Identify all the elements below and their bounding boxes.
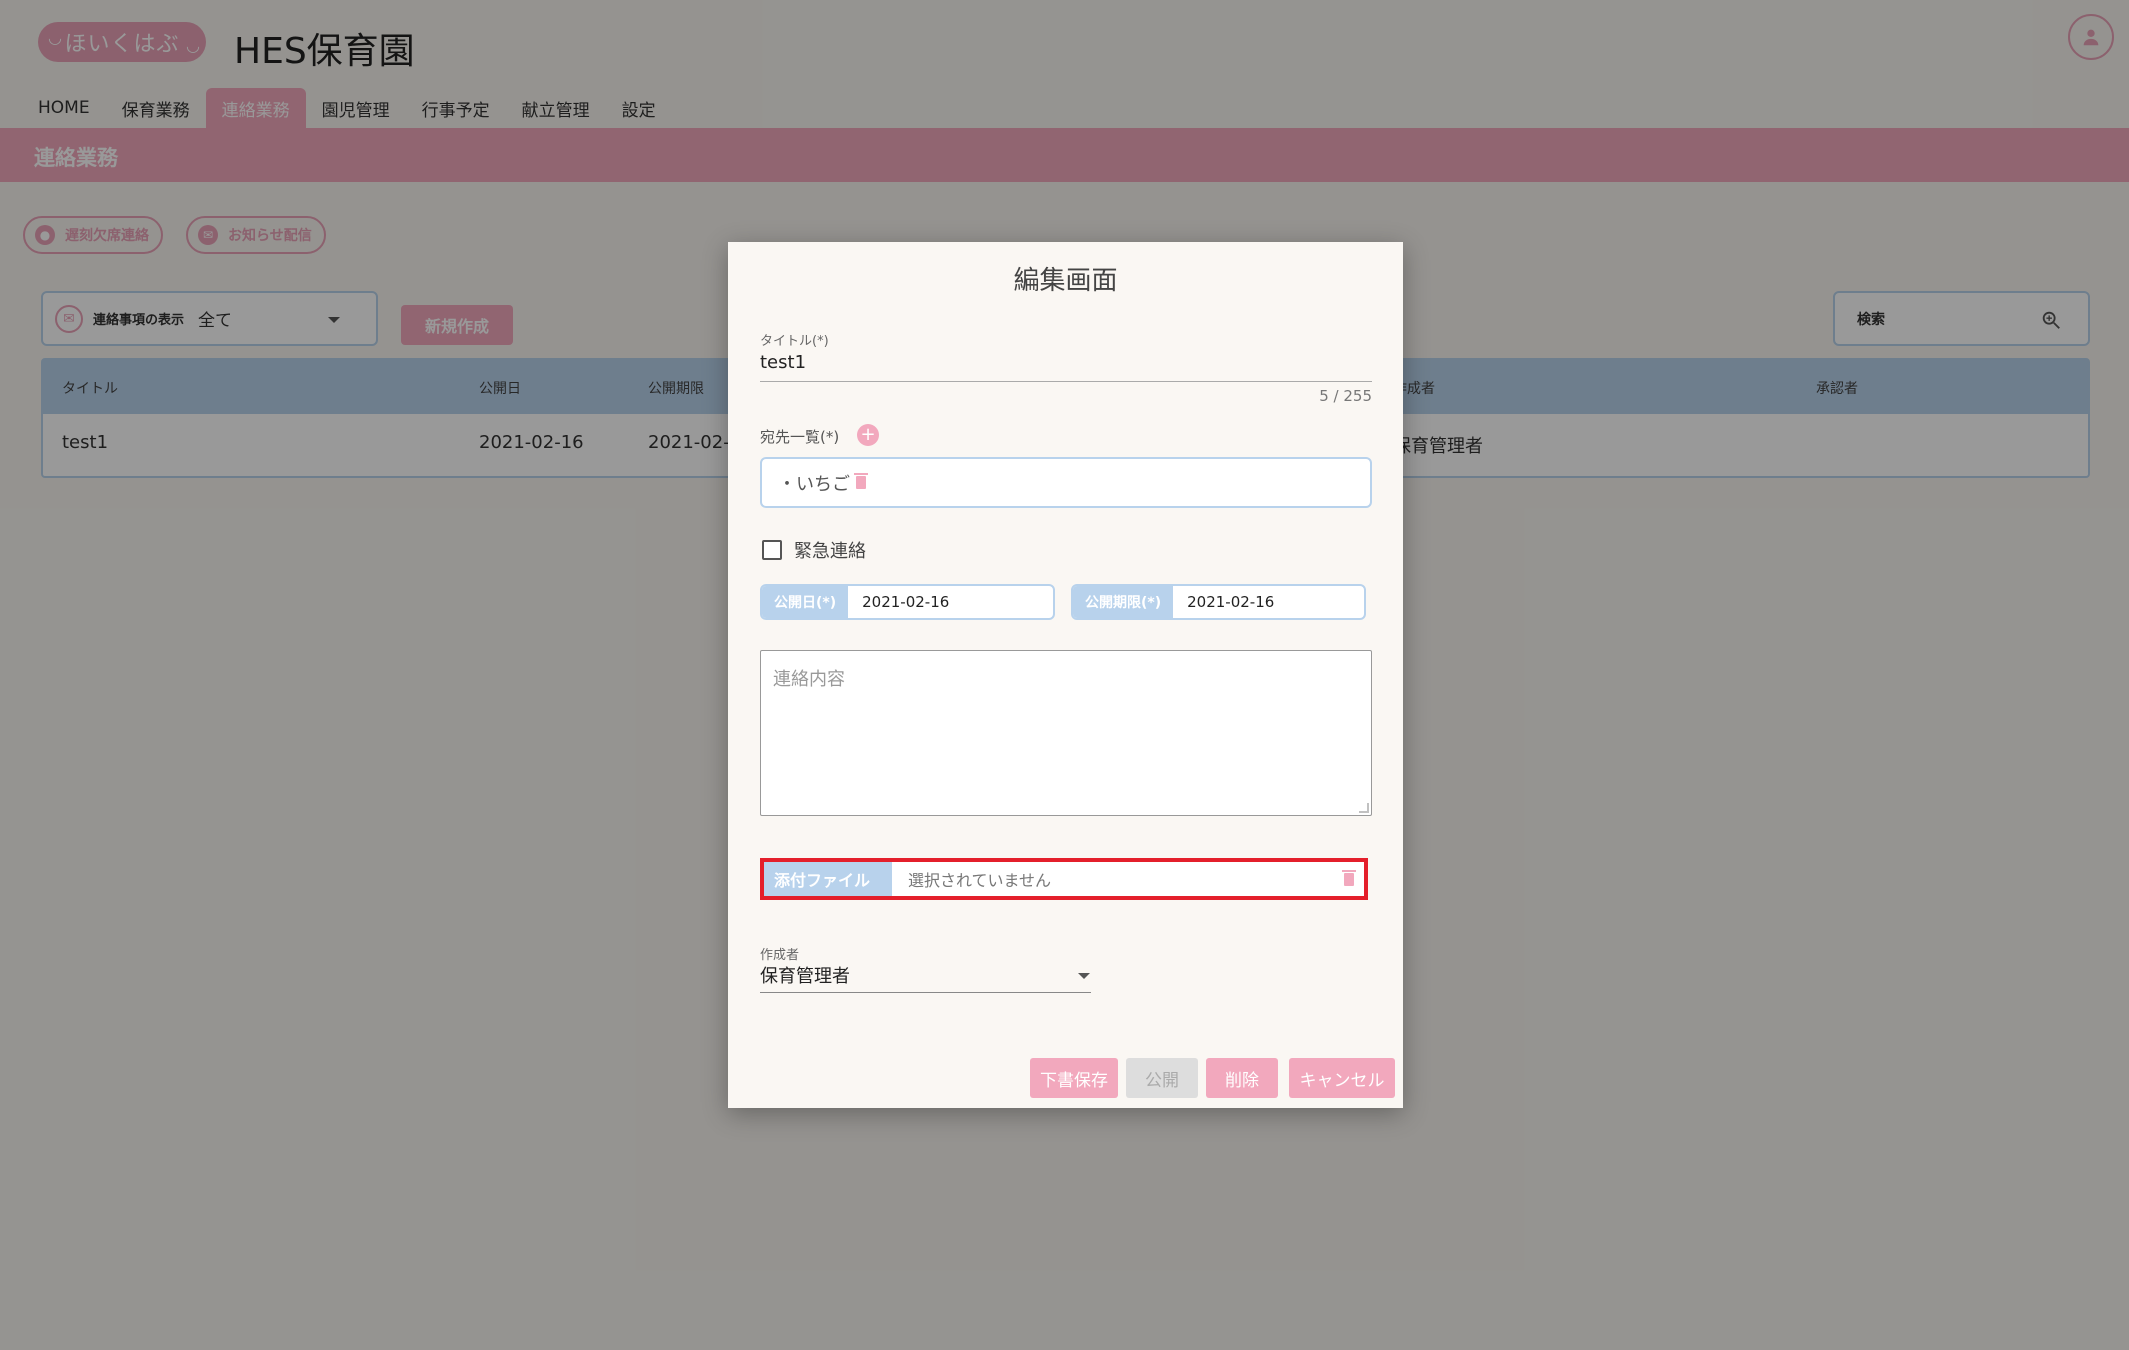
expire-date-label: 公開期限(*) [1073,586,1174,618]
urgent-checkbox[interactable] [762,540,782,560]
resize-handle-icon[interactable] [1359,803,1369,813]
recipients-label: 宛先一覧(*) [760,428,840,446]
expire-date-value[interactable]: 2021-02-16 [1173,593,1274,611]
recipient-item: いちご [796,473,850,495]
content-textarea[interactable]: 連絡内容 [760,650,1372,816]
author-underline [760,992,1091,993]
publish-date-value[interactable]: 2021-02-16 [848,593,949,611]
urgent-checkbox-row[interactable]: 緊急連絡 [762,537,866,563]
content-placeholder: 連絡内容 [773,669,845,690]
title-field-underline [760,381,1372,382]
attachment-value[interactable]: 選択されていません [892,867,1344,891]
publish-date-field[interactable]: 公開日(*) 2021-02-16 [760,584,1055,620]
attachment-field[interactable]: 添付ファイル 選択されていません [760,858,1368,900]
author-select[interactable]: 保育管理者 [760,962,850,988]
trash-icon[interactable] [1342,869,1356,886]
cancel-button[interactable]: キャンセル [1289,1058,1395,1098]
title-field-input[interactable]: test1 [760,352,806,373]
recipient-bullet: ・ [778,473,796,495]
chevron-down-icon[interactable] [1078,973,1090,979]
urgent-label: 緊急連絡 [794,541,866,562]
publish-button[interactable]: 公開 [1126,1058,1198,1098]
publish-date-label: 公開日(*) [762,586,849,618]
trash-icon[interactable] [854,473,868,489]
title-field-label: タイトル(*) [760,334,829,349]
title-char-counter: 5 / 255 [1319,387,1372,405]
delete-button[interactable]: 削除 [1206,1058,1278,1098]
attachment-label[interactable]: 添付ファイル [764,862,892,896]
dialog-title: 編集画面 [1013,266,1118,296]
recipients-list: ・ いちご [760,457,1372,508]
save-draft-button[interactable]: 下書保存 [1030,1058,1118,1098]
edit-dialog: 編集画面 タイトル(*) test1 5 / 255 宛先一覧(*) + ・ い… [728,242,1403,1108]
expire-date-field[interactable]: 公開期限(*) 2021-02-16 [1071,584,1366,620]
add-recipient-button[interactable]: + [857,424,879,446]
author-label: 作成者 [760,948,800,963]
